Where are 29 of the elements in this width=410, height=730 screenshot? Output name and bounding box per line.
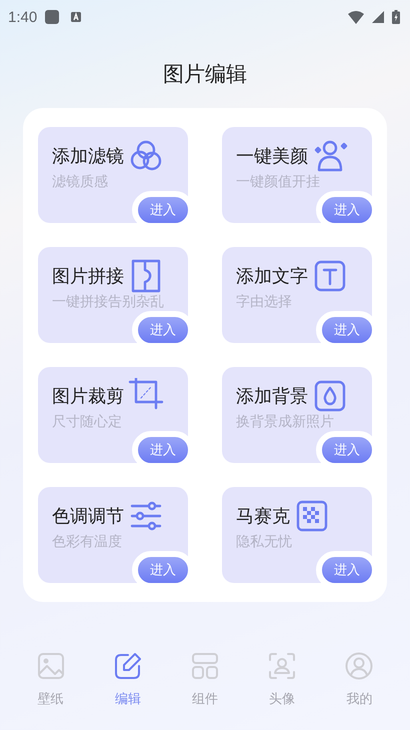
tab[interactable]: 我的 xyxy=(329,652,390,708)
signal-icon xyxy=(372,11,384,23)
tool-title: 马赛克 xyxy=(236,505,290,528)
mosaic-icon xyxy=(294,498,330,534)
face-scan-icon xyxy=(268,652,296,680)
battery-icon xyxy=(392,10,400,24)
person-icon xyxy=(345,652,374,680)
tab[interactable]: 编辑 xyxy=(98,652,158,708)
tool-title: 添加滤镜 xyxy=(52,145,124,168)
pencil-icon xyxy=(114,652,142,680)
tab[interactable]: 头像 xyxy=(252,652,312,708)
tab[interactable]: 组件 xyxy=(174,652,235,708)
person-sparkle-icon xyxy=(312,138,348,174)
wifi-icon xyxy=(348,10,364,24)
page-title: 图片编辑 xyxy=(162,61,248,88)
app-notification-icon xyxy=(45,10,60,24)
tool-title: 添加背景 xyxy=(236,385,308,408)
grid-icon xyxy=(190,652,219,680)
tool-title: 一键美颜 xyxy=(236,145,308,168)
image-icon xyxy=(36,652,65,680)
drop-icon xyxy=(312,378,348,414)
keyboard-icon xyxy=(71,12,82,22)
text-icon xyxy=(312,258,348,294)
status-time: 1:40 xyxy=(8,8,38,26)
tab[interactable]: 壁纸 xyxy=(20,652,81,708)
tool-title: 添加文字 xyxy=(236,265,308,288)
tool-title: 色调调节 xyxy=(52,505,124,528)
tool-title: 图片拼接 xyxy=(52,265,124,288)
tool-title: 图片裁剪 xyxy=(52,385,124,408)
